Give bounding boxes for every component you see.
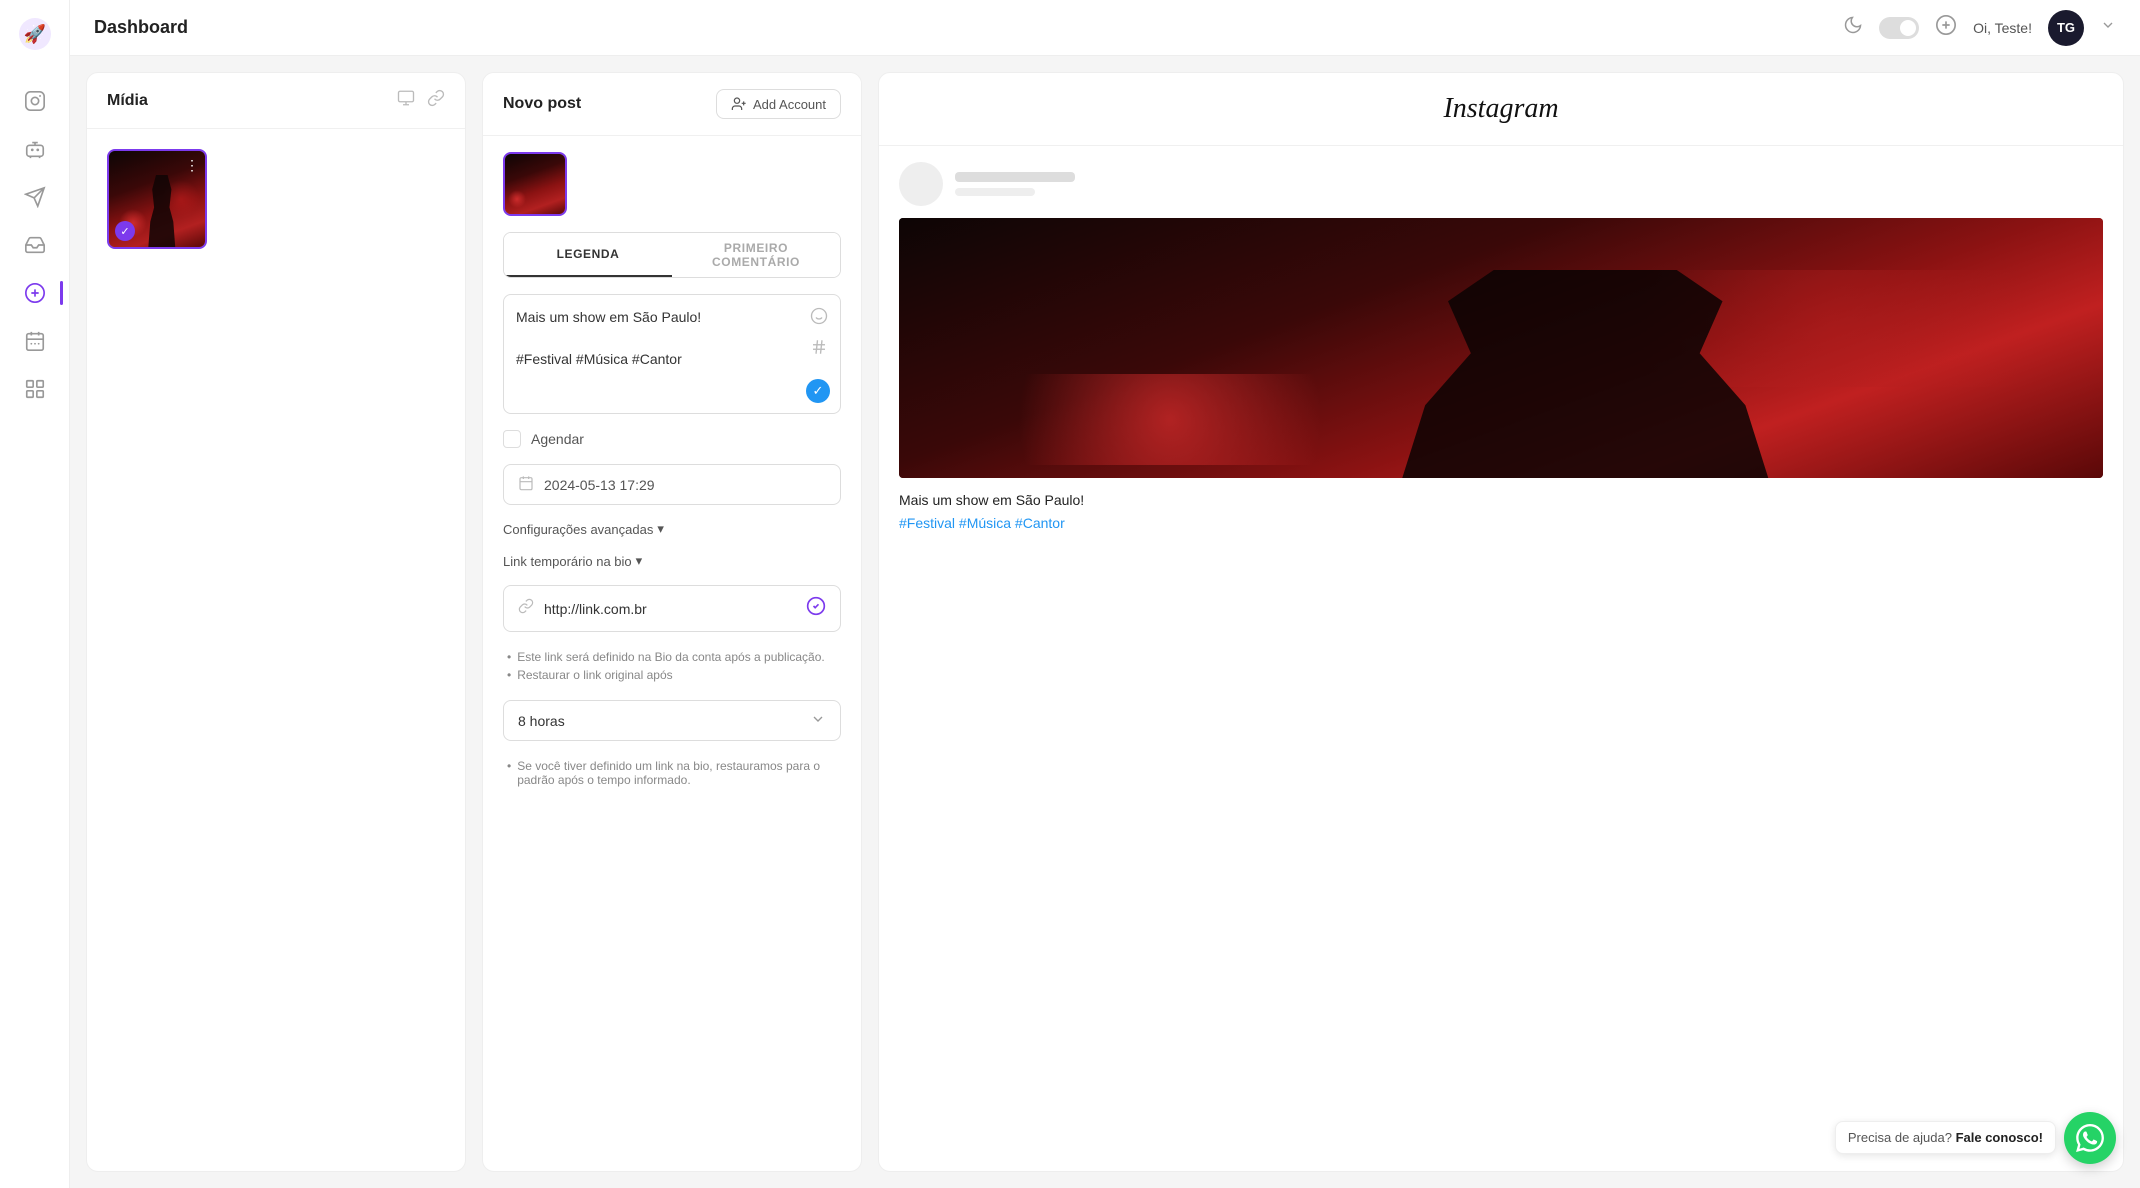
main-content: Dashboard Oi, Teste! TG — [70, 0, 2140, 1188]
ig-preview: Mais um show em São Paulo! #Festival #Mú… — [879, 146, 2123, 547]
media-card-header: Mídia — [87, 73, 465, 129]
hours-value: 8 horas — [518, 713, 565, 729]
page-title: Dashboard — [94, 17, 188, 38]
tab-switcher: LEGENDA PRIMEIRO COMENTÁRIO — [503, 232, 841, 278]
caption-check-icon: ✓ — [806, 379, 830, 403]
caption-icon-area — [810, 307, 828, 361]
schedule-checkbox[interactable] — [503, 430, 521, 448]
hours-chevron-icon — [810, 711, 826, 730]
url-check-icon[interactable] — [806, 596, 826, 621]
ig-image — [899, 218, 2103, 478]
ig-user-lines — [955, 172, 1075, 196]
post-card-header: Novo post Add Account — [483, 73, 861, 136]
tab-primeiro-comentario[interactable]: PRIMEIRO COMENTÁRIO — [672, 233, 840, 277]
media-grid: ⋮ ✓ — [87, 129, 465, 269]
bio-link-label: Link temporário na bio — [503, 554, 632, 569]
ig-user-handle-placeholder — [955, 188, 1035, 196]
sidebar-item-grid[interactable] — [15, 369, 55, 409]
media-card-icons — [397, 89, 445, 112]
sidebar-item-send[interactable] — [15, 177, 55, 217]
calendar-input-icon — [518, 475, 534, 494]
post-card-body: LEGENDA PRIMEIRO COMENTÁRIO Mais um show… — [483, 136, 861, 805]
advanced-label: Configurações avançadas — [503, 522, 653, 537]
post-card-title: Novo post — [503, 95, 581, 113]
date-input[interactable]: 2024-05-13 17:29 — [503, 464, 841, 505]
emoji-icon[interactable] — [810, 307, 828, 330]
add-account-button[interactable]: Add Account — [716, 89, 841, 119]
content-area: Mídia — [70, 56, 2140, 1188]
hashtag-grid-icon[interactable] — [810, 338, 828, 361]
tab-legenda[interactable]: LEGENDA — [504, 233, 672, 277]
advanced-arrow-icon: ▾ — [657, 521, 664, 537]
ig-avatar — [899, 162, 943, 206]
user-plus-icon — [731, 96, 747, 112]
instagram-preview-card: Instagram — [878, 72, 2124, 1172]
bottom-hint-item: • Se você tiver definido um link na bio,… — [507, 757, 841, 789]
moon-icon[interactable] — [1843, 15, 1863, 40]
monitor-icon[interactable] — [397, 89, 415, 112]
ig-user-row — [899, 162, 2103, 206]
whatsapp-tooltip: Precisa de ajuda? Fale conosco! — [1835, 1121, 2056, 1154]
sidebar-item-inbox[interactable] — [15, 225, 55, 265]
media-item[interactable]: ⋮ ✓ — [107, 149, 207, 249]
hours-select[interactable]: 8 horas — [503, 700, 841, 741]
header: Dashboard Oi, Teste! TG — [70, 0, 2140, 56]
bio-link-arrow-icon: ▾ — [636, 553, 643, 569]
advanced-settings-link[interactable]: Configurações avançadas ▾ — [503, 521, 841, 537]
instagram-logo: Instagram — [1443, 93, 1558, 124]
ig-hashtags: #Festival #Música #Cantor — [899, 515, 2103, 531]
schedule-row: Agendar — [503, 430, 841, 448]
media-item-menu-icon[interactable]: ⋮ — [185, 157, 199, 174]
app-logo[interactable]: 🚀 — [17, 16, 53, 57]
greeting-text: Oi, Teste! — [1973, 20, 2032, 36]
media-item-check-icon: ✓ — [115, 221, 135, 241]
schedule-label: Agendar — [531, 431, 584, 447]
media-card-title: Mídia — [107, 92, 148, 110]
url-value: http://link.com.br — [544, 601, 796, 617]
sidebar: 🚀 — [0, 0, 70, 1188]
whatsapp-tooltip-text: Precisa de ajuda? — [1848, 1130, 1952, 1145]
media-card: Mídia — [86, 72, 466, 1172]
selected-image-preview — [503, 152, 567, 216]
plus-circle-icon[interactable] — [1935, 14, 1957, 41]
hint-list: • Este link será definido na Bio da cont… — [503, 648, 841, 684]
whatsapp-cta: Fale conosco! — [1956, 1130, 2043, 1145]
hint-item: • Este link será definido na Bio da cont… — [507, 648, 841, 666]
sidebar-item-calendar[interactable] — [15, 321, 55, 361]
sidebar-item-bot[interactable] — [15, 129, 55, 169]
ig-caption-text: Mais um show em São Paulo! — [899, 490, 2103, 511]
sidebar-item-instagram[interactable] — [15, 81, 55, 121]
sidebar-item-create[interactable] — [15, 273, 55, 313]
bio-link[interactable]: Link temporário na bio ▾ — [503, 553, 841, 569]
user-avatar[interactable]: TG — [2048, 10, 2084, 46]
new-post-card: Novo post Add Account — [482, 72, 862, 1172]
caption-text: Mais um show em São Paulo! #Festival #Mú… — [516, 307, 828, 370]
url-input[interactable]: http://link.com.br — [503, 585, 841, 632]
date-value: 2024-05-13 17:29 — [544, 477, 826, 493]
dark-mode-toggle[interactable] — [1879, 17, 1919, 39]
url-link-icon — [518, 598, 534, 619]
link-icon[interactable] — [427, 89, 445, 112]
svg-text:🚀: 🚀 — [23, 23, 45, 44]
bottom-hint: • Se você tiver definido um link na bio,… — [503, 757, 841, 789]
hint-item-2: • Restaurar o link original após — [507, 666, 841, 684]
chevron-down-icon[interactable] — [2100, 17, 2116, 38]
header-actions: Oi, Teste! TG — [1843, 10, 2116, 46]
instagram-header: Instagram — [879, 73, 2123, 146]
whatsapp-button[interactable] — [2064, 1112, 2116, 1164]
add-account-label: Add Account — [753, 97, 826, 112]
ig-user-name-placeholder — [955, 172, 1075, 182]
caption-area[interactable]: Mais um show em São Paulo! #Festival #Mú… — [503, 294, 841, 414]
